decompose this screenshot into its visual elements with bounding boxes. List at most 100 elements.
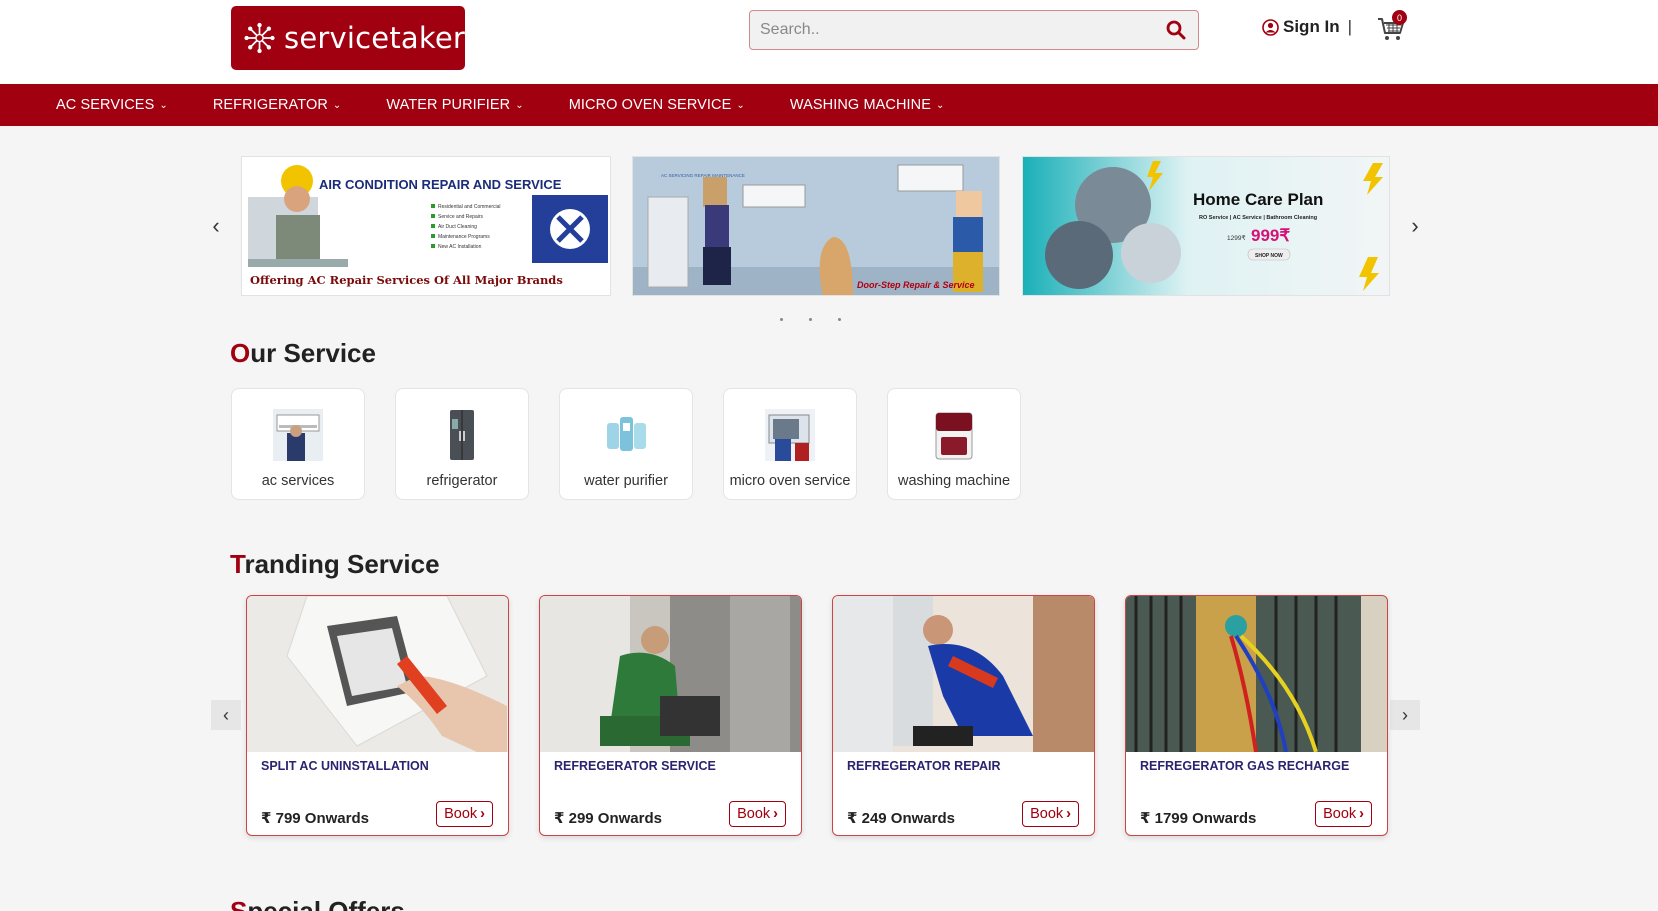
water-purifier-thumbnail <box>607 417 646 451</box>
service-card-label: ac services <box>261 473 335 489</box>
trending-card-title: SPLIT AC UNINSTALLATION <box>261 759 429 773</box>
nav-item-label: MICRO OVEN SERVICE <box>568 97 732 113</box>
chevron-down-icon: ⌄ <box>515 99 524 111</box>
chevron-right-icon: › <box>480 806 485 822</box>
chevron-down-icon: ⌄ <box>332 99 342 111</box>
nav-item-label: WASHING MACHINE <box>789 97 932 113</box>
nav-item-label: REFRIGERATOR <box>212 97 328 113</box>
chevron-right-icon: › <box>1066 806 1071 822</box>
nav-item-washing-machine[interactable]: WASHING MACHINE ⌄ <box>790 97 945 113</box>
refrigerator-thumbnail <box>450 410 474 460</box>
banner-doorstep-footer: Door-Step Repair & Service <box>857 280 975 290</box>
search-bar <box>749 10 1199 50</box>
special-offers-heading: Special Offers <box>230 896 405 911</box>
banner-ac-bullet: Air Duct Cleaning <box>438 224 477 230</box>
service-card-label: water purifier <box>584 473 668 489</box>
banner-home-care-title: Home Care Plan <box>1193 190 1323 209</box>
pagination-dot[interactable] <box>838 318 841 321</box>
banner-home-care-cta: SHOP NOW <box>1255 253 1283 259</box>
search-button[interactable] <box>1154 11 1198 49</box>
pagination-dot[interactable] <box>780 318 783 321</box>
top-header: servicetaker Sign In | 0 <box>0 0 1658 84</box>
service-card-label: refrigerator <box>426 473 498 489</box>
book-button-label: Book <box>1030 806 1064 822</box>
washing-machine-thumbnail <box>935 412 973 460</box>
banner-doorstep-art: AC SERVICING REPAIR MAINTENANCE Door-Ste… <box>633 157 999 295</box>
book-button[interactable]: Book › <box>729 801 786 827</box>
header-separator: | <box>1347 17 1353 36</box>
book-button[interactable]: Book › <box>436 801 493 827</box>
book-button[interactable]: Book › <box>1315 801 1372 827</box>
micro-oven-thumbnail <box>765 409 815 461</box>
banner-pagination <box>780 318 841 321</box>
trending-card-image <box>247 596 508 752</box>
banner-ac-repair-art: AIR CONDITION REPAIR AND SERVICE Residen… <box>242 157 610 295</box>
trending-card-title: REFREGERATOR SERVICE <box>554 759 716 773</box>
heading-text: pecial Offers <box>247 896 405 911</box>
service-card-micro-oven[interactable]: micro oven service <box>723 388 857 500</box>
pagination-dot[interactable] <box>809 318 812 321</box>
nav-item-label: AC SERVICES <box>56 97 155 113</box>
banner-doorstep[interactable]: AC SERVICING REPAIR MAINTENANCE Door-Ste… <box>632 156 1000 296</box>
trending-card-image <box>833 596 1094 752</box>
service-card-water-purifier[interactable]: water purifier <box>559 388 693 500</box>
banner-ac-title: AIR CONDITION REPAIR AND SERVICE <box>319 177 562 192</box>
our-service-heading: Our Service <box>230 338 376 369</box>
ac-service-thumbnail <box>273 409 323 461</box>
banner-home-care-price: 999₹ <box>1251 226 1290 245</box>
search-icon <box>1166 20 1186 40</box>
book-button[interactable]: Book › <box>1022 801 1079 827</box>
site-logo[interactable]: servicetaker <box>231 6 465 70</box>
search-input[interactable] <box>750 11 1154 49</box>
banner-ac-repair[interactable]: AIR CONDITION REPAIR AND SERVICE Residen… <box>241 156 611 296</box>
trending-next-arrow[interactable]: › <box>1390 700 1420 730</box>
chevron-right-icon: › <box>773 806 778 822</box>
trending-card[interactable]: REFREGERATOR GAS RECHARGE ₹ 1799 Onwards… <box>1125 595 1388 836</box>
cart-count-badge: 0 <box>1392 10 1407 25</box>
service-card-label: micro oven service <box>729 473 851 489</box>
banner-next-arrow[interactable]: › <box>1405 213 1425 239</box>
trending-card-price: ₹ 299 Onwards <box>554 810 662 827</box>
nav-item-water-purifier[interactable]: WATER PURIFIER ⌄ <box>386 97 523 113</box>
chevron-down-icon: ⌄ <box>159 99 168 111</box>
service-card-washing-machine[interactable]: washing machine <box>887 388 1021 500</box>
trending-card-image <box>1126 596 1387 752</box>
heading-initial: O <box>230 338 251 368</box>
service-card-ac[interactable]: ac services <box>231 388 365 500</box>
trending-card-price: ₹ 249 Onwards <box>847 810 955 827</box>
user-icon <box>1262 18 1279 36</box>
service-card-refrigerator[interactable]: refrigerator <box>395 388 529 500</box>
trending-card-price: ₹ 1799 Onwards <box>1140 810 1257 827</box>
trending-card[interactable]: SPLIT AC UNINSTALLATION ₹ 799 Onwards Bo… <box>246 595 509 836</box>
banner-prev-arrow[interactable]: ‹ <box>206 213 226 239</box>
banner-ac-bullet: Maintenance Programs <box>438 234 490 240</box>
banner-home-care-old-price: 1299₹ <box>1227 234 1246 242</box>
chevron-right-icon: › <box>1359 806 1364 822</box>
nav-item-label: WATER PURIFIER <box>386 97 511 113</box>
snowflake-logo-icon <box>244 22 275 54</box>
banner-home-care-art: Home Care Plan RO Service | AC Service |… <box>1023 157 1389 295</box>
banner-home-care-subtitle: RO Service | AC Service | Bathroom Clean… <box>1199 215 1317 221</box>
service-card-label: washing machine <box>897 473 1011 489</box>
chevron-down-icon: ⌄ <box>736 99 745 111</box>
chevron-down-icon: ⌄ <box>936 99 945 111</box>
nav-item-ac-services[interactable]: AC SERVICES ⌄ <box>56 97 168 113</box>
banner-ac-bullet: New AC Installation <box>438 244 482 250</box>
heading-initial: T <box>230 549 245 579</box>
sign-in-link[interactable]: Sign In | <box>1262 17 1352 37</box>
book-button-label: Book <box>1323 806 1357 822</box>
banner-ac-bullet: Residential and Commercial <box>438 204 501 210</box>
trending-card[interactable]: REFREGERATOR REPAIR ₹ 249 Onwards Book › <box>832 595 1095 836</box>
main-nav: AC SERVICES ⌄ REFRIGERATOR ⌄ WATER PURIFIE… <box>0 84 1658 126</box>
banner-home-care-plan[interactable]: Home Care Plan RO Service | AC Service |… <box>1022 156 1390 296</box>
heading-text: randing Service <box>244 549 440 579</box>
nav-item-refrigerator[interactable]: REFRIGERATOR ⌄ <box>213 97 342 113</box>
trending-prev-arrow[interactable]: ‹ <box>211 700 241 730</box>
trending-card-price: ₹ 799 Onwards <box>261 810 369 827</box>
banner-doorstep-tag: AC SERVICING REPAIR MAINTENANCE <box>661 173 745 178</box>
trending-card[interactable]: REFREGERATOR SERVICE ₹ 299 Onwards Book › <box>539 595 802 836</box>
nav-item-micro-oven-service[interactable]: MICRO OVEN SERVICE ⌄ <box>569 97 745 113</box>
banner-ac-footer: Offering AC Repair Services Of All Major… <box>250 273 563 287</box>
trending-card-title: REFREGERATOR GAS RECHARGE <box>1140 759 1350 773</box>
logo-text: servicetaker <box>284 21 465 55</box>
